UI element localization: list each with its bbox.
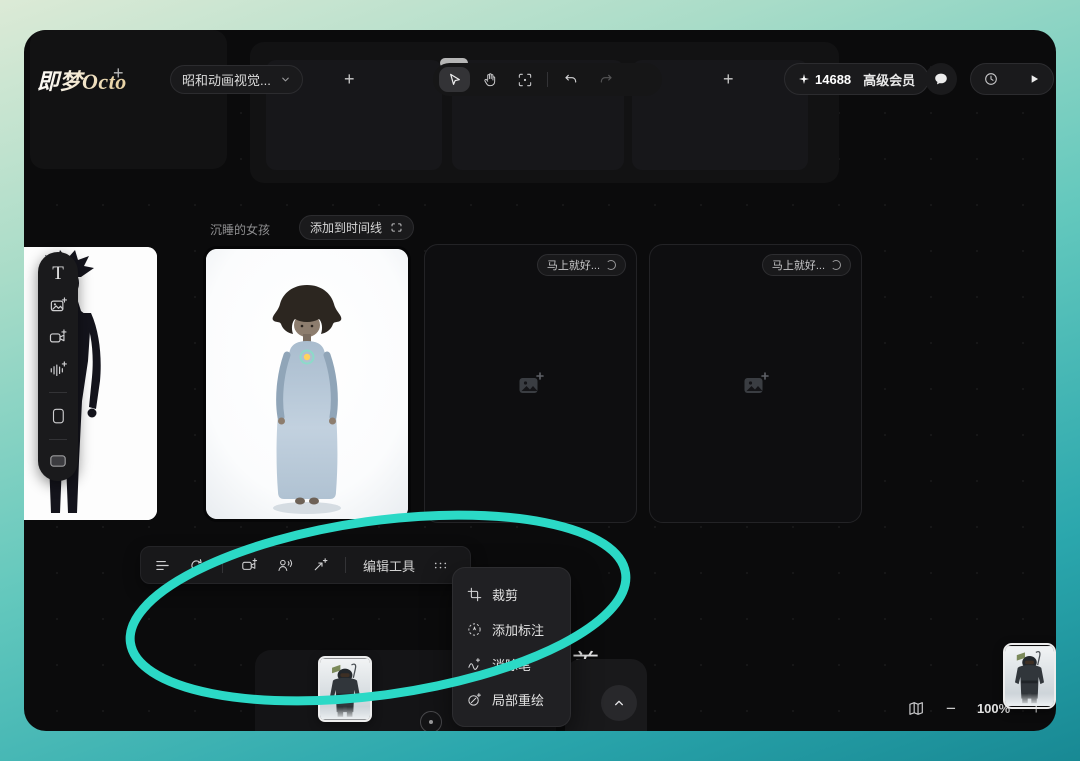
menu-item-crop[interactable]: 裁剪	[453, 577, 570, 612]
text-tool-button[interactable]: T	[52, 264, 64, 283]
add-node-button[interactable]: +	[723, 70, 734, 88]
loading-spinner-icon	[606, 260, 616, 270]
menu-item-label: 消除笔	[492, 655, 531, 674]
landscape-frame-button[interactable]	[48, 453, 68, 469]
pending-badge-label: 马上就好...	[772, 257, 825, 273]
select-tool-button[interactable]	[439, 67, 470, 92]
page: { "header": { "logo": "即梦Octo", "project…	[0, 0, 1080, 761]
edit-tools-menu: 裁剪 添加标注 消除笔	[452, 567, 571, 727]
crop-icon	[467, 587, 482, 602]
pending-badge-label: 马上就好...	[547, 257, 600, 273]
toolbar-divider	[49, 439, 67, 440]
dot-icon	[429, 720, 433, 724]
toolbar-divider	[222, 557, 223, 573]
portrait-frame-button[interactable]	[49, 406, 67, 426]
make-video-button[interactable]	[240, 557, 259, 574]
cursor-icon	[447, 72, 463, 88]
image-placeholder-icon	[742, 372, 769, 396]
image-placeholder-icon	[517, 372, 544, 396]
image-card-sleeping-girl[interactable]	[203, 246, 411, 522]
insert-toolbar: T	[38, 252, 78, 481]
undo-icon	[563, 72, 579, 88]
redo-button[interactable]	[590, 67, 621, 92]
pending-badge: 马上就好...	[537, 254, 626, 276]
selection-action-toolbar: 编辑工具	[140, 546, 471, 584]
timeline-thumbnail[interactable]	[318, 656, 372, 722]
ghost-board-left[interactable]	[30, 30, 227, 169]
minimap-icon[interactable]	[908, 700, 925, 717]
zoom-out-button[interactable]: −	[946, 700, 956, 717]
empty-generation-card[interactable]: 马上就好...	[649, 244, 862, 523]
expand-panel-button[interactable]	[601, 685, 637, 721]
menu-item-eraser[interactable]: 消除笔	[453, 647, 570, 682]
history-play-pill	[970, 63, 1054, 95]
toolbar-divider	[345, 557, 346, 573]
add-image-button[interactable]	[49, 296, 68, 315]
eraser-pen-icon	[467, 657, 482, 672]
chevron-down-icon	[280, 74, 291, 85]
hand-tool-button[interactable]	[474, 67, 505, 92]
warrior-thumbnail-image	[320, 658, 370, 720]
history-clock-icon[interactable]	[983, 71, 999, 87]
add-video-button[interactable]	[48, 328, 68, 347]
annotate-icon	[467, 622, 482, 637]
card-title: 沉睡的女孩	[210, 221, 270, 238]
frame-select-tool-button[interactable]	[509, 67, 540, 92]
feedback-button[interactable]	[925, 63, 957, 95]
menu-item-label: 局部重绘	[492, 690, 544, 709]
undo-button[interactable]	[555, 67, 586, 92]
canvas-toolbar	[433, 63, 662, 96]
chevron-up-icon	[611, 695, 627, 711]
upscale-button[interactable]	[311, 557, 328, 574]
loading-spinner-icon	[831, 260, 841, 270]
empty-generation-card[interactable]: 马上就好...	[424, 244, 637, 523]
menu-item-annotate[interactable]: 添加标注	[453, 612, 570, 647]
add-to-timeline-button[interactable]: 添加到时间线	[299, 215, 414, 240]
menu-item-inpaint[interactable]: 局部重绘	[453, 682, 570, 717]
redo-icon	[598, 72, 614, 88]
collapsed-node-handle[interactable]	[420, 711, 442, 731]
menu-item-label: 添加标注	[492, 620, 544, 639]
toolbar-divider	[49, 392, 67, 393]
timeline-frame-icon	[390, 222, 403, 233]
project-name: 昭和动画视觉...	[182, 70, 271, 89]
spark-star-icon	[798, 73, 810, 85]
hand-icon	[482, 72, 498, 88]
lip-sync-button[interactable]	[276, 557, 294, 574]
credits-pill[interactable]: 14688 高级会员	[784, 63, 929, 95]
add-audio-button[interactable]	[48, 360, 68, 379]
adjust-layers-button[interactable]	[154, 557, 171, 574]
inpaint-icon	[467, 692, 482, 707]
app-window: + 即梦Octo 昭和动画视觉... +	[24, 30, 1056, 731]
more-tools-icon[interactable]	[432, 558, 449, 573]
corner-thumbnail[interactable]	[1003, 643, 1056, 709]
app-logo: 即梦Octo	[37, 64, 127, 96]
regenerate-button[interactable]	[188, 557, 205, 574]
pending-badge: 马上就好...	[762, 254, 851, 276]
chat-bubble-icon	[933, 71, 949, 87]
sleeping-girl-image	[206, 249, 408, 519]
membership-badge: 高级会员	[863, 70, 915, 89]
focus-frame-icon	[517, 72, 533, 88]
project-selector[interactable]: 昭和动画视觉...	[170, 65, 303, 94]
warrior-thumbnail-image	[1005, 645, 1054, 707]
edit-tools-button[interactable]: 编辑工具	[363, 556, 415, 575]
credits-amount: 14688	[798, 72, 851, 87]
menu-item-label: 裁剪	[492, 585, 518, 604]
add-to-timeline-label: 添加到时间线	[310, 219, 382, 236]
add-board-button[interactable]: +	[344, 70, 355, 88]
play-icon[interactable]	[1027, 72, 1041, 86]
toolbar-divider	[547, 72, 548, 87]
